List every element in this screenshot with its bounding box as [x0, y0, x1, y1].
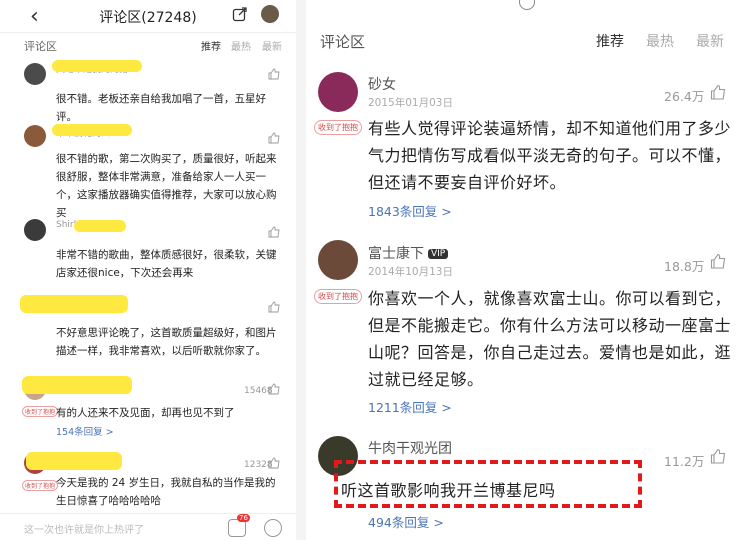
song-cover-avatar[interactable] — [261, 5, 279, 23]
like-icon[interactable] — [268, 132, 280, 144]
comment-username[interactable]: 砂女 — [368, 74, 396, 94]
hug-badge: 收到了抱抱 — [314, 289, 362, 304]
like-icon[interactable] — [268, 383, 280, 395]
comment-username[interactable]: 富士康下 VIP — [368, 243, 449, 263]
comment-text: 很不错。老板还亲自给我加唱了一首，五星好评。 — [56, 93, 266, 123]
vip-badge: VIP — [428, 249, 449, 259]
comment-text: 你喜欢一个人，就像喜欢富士山。你可以看到它，但是不能搬走它。你有什么方法可以移动… — [368, 289, 732, 389]
avatar[interactable] — [318, 72, 358, 112]
comment-text: 今天是我的 24 岁生日，我就自私的当作是我的生日惊喜了哈哈哈哈哈 — [56, 477, 276, 507]
right-phone-screen: 评论区 推荐 最热 最新 砂女 2015年01月03日 26.4万 收到了抱抱 … — [306, 0, 745, 540]
like-count: 26.4万 — [664, 89, 705, 104]
comment-text: 有些人觉得评论装逼矫情，却不知道他们用了多少气力把情伤写成看似平淡无奇的句子。可… — [368, 119, 732, 192]
like-icon[interactable] — [268, 301, 280, 313]
comment-input-bar: 这一次也许就是你上热评了 76 — [0, 513, 296, 541]
page-title: 评论区(27248) — [99, 10, 197, 26]
sort-hottest[interactable]: 最热 — [231, 38, 251, 53]
comment-text: 很不错的歌，第二次购买了，质量很好，听起来很舒服，整体非常满意，准备给家人一人买… — [56, 153, 277, 219]
unread-badge: 76 — [237, 514, 250, 522]
sort-hottest[interactable]: 最热 — [646, 31, 674, 51]
like-count: 11.2万 — [664, 454, 705, 469]
hug-badge: 收到了抱抱 — [22, 406, 59, 417]
reply-count-link[interactable]: 1843条回复 > — [368, 201, 452, 220]
sort-newest[interactable]: 最新 — [262, 38, 282, 53]
like-icon[interactable] — [268, 226, 280, 238]
sort-recommended[interactable]: 推荐 — [201, 38, 221, 53]
username-redaction — [26, 452, 122, 470]
section-label: 评论区 — [320, 33, 366, 51]
reply-count-link[interactable]: 1211条回复 > — [368, 397, 452, 416]
highlight-box — [334, 460, 642, 508]
comment-date: 2014年10月13日 — [368, 266, 453, 278]
comments-header: ‹ 评论区(27248) — [0, 0, 296, 33]
comment-input[interactable]: 这一次也许就是你上热评了 — [24, 521, 144, 536]
username-redaction — [74, 220, 126, 232]
like-icon[interactable] — [710, 448, 726, 464]
like-icon[interactable] — [268, 457, 280, 469]
sort-recommended[interactable]: 推荐 — [596, 31, 624, 51]
hug-badge: 收到了抱抱 — [314, 120, 362, 135]
avatar-redaction — [20, 295, 128, 313]
avatar[interactable] — [24, 219, 46, 241]
comment-text: 不好意思评论晚了，这首歌质量超级好，和图片描述一样，我非常喜欢，以后听歌就你家了… — [56, 327, 277, 357]
like-icon[interactable] — [710, 84, 726, 100]
like-count: 18.8万 — [664, 259, 705, 274]
comment-text: 非常不错的歌曲，整体质感很好，很柔软，关键店家还很nice，下次还会再来 — [56, 249, 277, 279]
panel-divider — [296, 0, 306, 540]
hug-badge: 收到了抱抱 — [22, 480, 59, 491]
close-icon[interactable] — [519, 0, 535, 10]
share-icon[interactable] — [232, 6, 248, 22]
avatar[interactable] — [318, 240, 358, 280]
like-icon[interactable] — [268, 68, 280, 80]
username-redaction — [22, 376, 132, 394]
comment-date: 2015年01月03日 — [368, 97, 453, 109]
emoji-icon[interactable] — [264, 519, 282, 537]
comment-text: 有的人还来不及见面，却再也见不到了 — [56, 407, 235, 419]
section-label: 评论区 — [24, 40, 57, 53]
reply-count-link[interactable]: 494条回复 > — [368, 512, 444, 531]
sort-newest[interactable]: 最新 — [696, 31, 724, 51]
comment-username[interactable]: 牛肉干观光团 — [368, 438, 452, 458]
username-redaction — [52, 124, 132, 136]
reply-count-link[interactable]: 154条回复 > — [56, 424, 114, 438]
username-text: 富士康下 — [368, 246, 424, 262]
left-phone-screen: ‹ 评论区(27248) 评论区 推荐 最热 最新 天地不是我的阿猪 很不错。老… — [0, 0, 296, 540]
avatar[interactable] — [24, 63, 46, 85]
like-icon[interactable] — [710, 253, 726, 269]
avatar[interactable] — [24, 125, 46, 147]
username-redaction — [52, 60, 142, 72]
